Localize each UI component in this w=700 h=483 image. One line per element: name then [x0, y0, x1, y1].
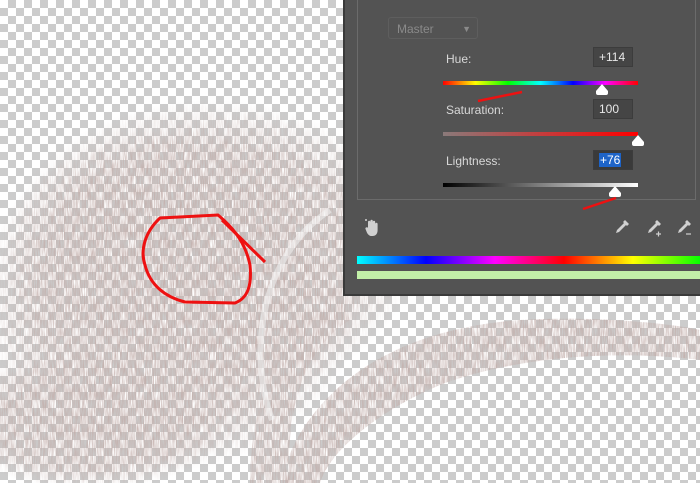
- output-color-bar: [357, 271, 700, 279]
- hue-slider-thumb[interactable]: [596, 84, 609, 95]
- eyedropper-subtract-icon[interactable]: [675, 218, 693, 238]
- eyedropper-add-icon[interactable]: [645, 218, 663, 238]
- chevron-down-icon: ▼: [462, 24, 471, 34]
- channel-dropdown-value: Master: [397, 22, 434, 36]
- saturation-value-text: 100: [599, 102, 620, 116]
- hue-slider-track[interactable]: [443, 81, 638, 85]
- settings-group: Master ▼ Hue: +114 Saturation: 100 Light…: [357, 0, 696, 200]
- lightness-slider-thumb[interactable]: [608, 186, 621, 197]
- saturation-slider-track[interactable]: [443, 132, 638, 136]
- saturation-label: Saturation:: [446, 103, 505, 117]
- lightness-value-text: +76: [599, 153, 622, 167]
- saturation-value-input[interactable]: 100: [593, 99, 633, 119]
- hand-target-icon[interactable]: [363, 218, 381, 238]
- saturation-slider-thumb[interactable]: [632, 135, 644, 146]
- lightness-label: Lightness:: [446, 154, 501, 168]
- hue-value-text: +114: [599, 50, 626, 64]
- hue-label: Hue:: [446, 52, 472, 66]
- hue-saturation-panel: Master ▼ Hue: +114 Saturation: 100 Light…: [343, 0, 700, 296]
- eyedropper-icon[interactable]: [613, 218, 631, 238]
- channel-dropdown[interactable]: Master ▼: [388, 17, 478, 39]
- hue-value-input[interactable]: +114: [593, 47, 633, 67]
- lightness-value-input[interactable]: +76: [593, 150, 633, 170]
- input-color-bar: [357, 256, 700, 264]
